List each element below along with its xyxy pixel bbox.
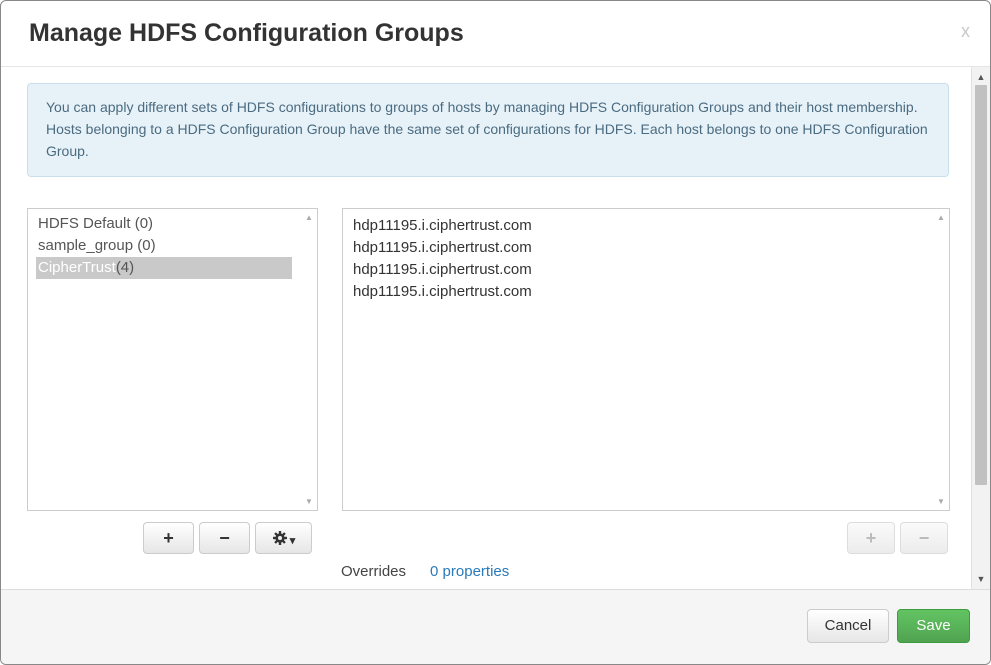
- host-list-scrollbar[interactable]: ▲ ▼: [933, 209, 949, 510]
- scroll-up-icon[interactable]: ▲: [301, 213, 317, 222]
- dialog-title: Manage HDFS Configuration Groups: [29, 19, 464, 47]
- group-item-ciphertrust[interactable]: CipherTrust(4): [36, 257, 292, 279]
- group-item-sample-group[interactable]: sample_group (0): [28, 235, 317, 257]
- info-alert: You can apply different sets of HDFS con…: [27, 83, 949, 177]
- cancel-button[interactable]: Cancel: [807, 609, 889, 643]
- scrollbar-thumb[interactable]: [975, 85, 987, 485]
- save-button[interactable]: Save: [897, 609, 970, 643]
- scroll-up-icon[interactable]: ▲: [933, 213, 949, 222]
- overrides-row: Overrides 0 properties: [341, 563, 509, 580]
- add-group-button[interactable]: +: [143, 522, 194, 554]
- gear-icon: [272, 531, 287, 545]
- host-item[interactable]: hdp11195.i.ciphertrust.com: [343, 215, 949, 237]
- scroll-down-icon[interactable]: ▼: [301, 497, 317, 506]
- config-groups-dialog: Manage HDFS Configuration Groups x You c…: [0, 0, 991, 665]
- remove-group-button[interactable]: −: [199, 522, 250, 554]
- dialog-body: You can apply different sets of HDFS con…: [1, 67, 990, 589]
- overrides-label: Overrides: [341, 563, 407, 580]
- group-settings-button[interactable]: ▾: [255, 522, 312, 554]
- config-group-list[interactable]: HDFS Default (0) sample_group (0) Cipher…: [27, 208, 318, 511]
- dialog-header: Manage HDFS Configuration Groups x: [1, 1, 990, 67]
- group-count: (0): [130, 215, 154, 232]
- group-name: CipherTrust: [38, 259, 116, 276]
- host-item[interactable]: hdp11195.i.ciphertrust.com: [343, 259, 949, 281]
- overrides-properties-link[interactable]: 0 properties: [430, 563, 509, 580]
- host-list[interactable]: hdp11195.i.ciphertrust.com hdp11195.i.ci…: [342, 208, 950, 511]
- scroll-up-icon[interactable]: ▲: [972, 69, 990, 85]
- dialog-scrollbar[interactable]: ▲ ▼: [971, 67, 990, 589]
- dialog-footer: Cancel Save: [1, 589, 990, 664]
- scroll-down-icon[interactable]: ▼: [933, 497, 949, 506]
- host-item[interactable]: hdp11195.i.ciphertrust.com: [343, 281, 949, 303]
- group-list-scrollbar[interactable]: ▲ ▼: [301, 209, 317, 510]
- group-count: (4): [115, 259, 135, 276]
- group-name: HDFS Default: [38, 215, 131, 232]
- scroll-down-icon[interactable]: ▼: [972, 571, 990, 587]
- chevron-down-icon: ▾: [289, 535, 296, 547]
- group-count: (0): [133, 237, 156, 254]
- add-host-button[interactable]: +: [847, 522, 895, 554]
- host-item[interactable]: hdp11195.i.ciphertrust.com: [343, 237, 949, 259]
- group-name: sample_group: [38, 237, 134, 254]
- remove-host-button[interactable]: −: [900, 522, 948, 554]
- group-item-hdfs-default[interactable]: HDFS Default (0): [28, 213, 317, 235]
- close-icon[interactable]: x: [961, 21, 970, 42]
